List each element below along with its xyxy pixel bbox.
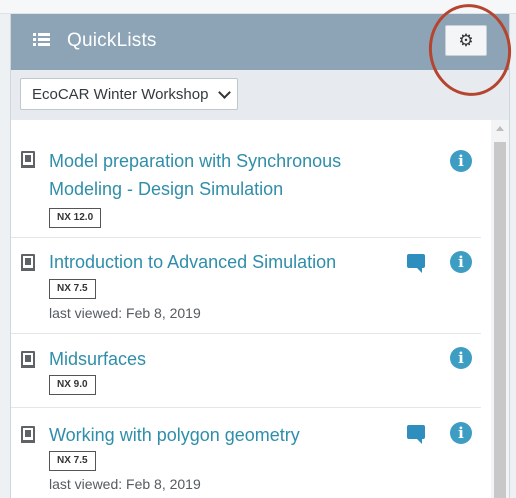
scrollbar-thumb[interactable] bbox=[494, 142, 506, 498]
item-title-link[interactable]: Model preparation with Synchronous Model… bbox=[49, 147, 409, 203]
gear-icon: ⚙ bbox=[458, 31, 474, 50]
comment-icon[interactable] bbox=[407, 254, 425, 273]
version-badge: NX 9.0 bbox=[49, 375, 96, 395]
document-icon bbox=[21, 351, 35, 368]
list-scrollbar[interactable] bbox=[491, 120, 509, 498]
chevron-down-icon bbox=[218, 86, 231, 99]
quicklists-panel: QuickLists ⚙ EcoCAR Winter Workshop Mode… bbox=[10, 0, 516, 498]
document-icon bbox=[21, 151, 35, 168]
list-icon bbox=[33, 33, 51, 47]
info-icon[interactable]: i bbox=[450, 422, 472, 444]
quicklists-window: QuickLists ⚙ EcoCAR Winter Workshop Mode… bbox=[0, 0, 516, 498]
document-icon bbox=[21, 254, 35, 271]
panel-title: QuickLists bbox=[67, 30, 157, 51]
comment-icon[interactable] bbox=[407, 425, 425, 444]
list-item: Model preparation with Synchronous Model… bbox=[11, 120, 481, 238]
version-badge: NX 7.5 bbox=[49, 451, 96, 471]
settings-button[interactable]: ⚙ bbox=[445, 25, 487, 56]
version-badge: NX 12.0 bbox=[49, 208, 102, 228]
last-viewed-text: last viewed: Feb 8, 2019 bbox=[49, 476, 201, 492]
list-item: Midsurfaces NX 9.0 i bbox=[11, 334, 481, 408]
quicklist-items: Model preparation with Synchronous Model… bbox=[11, 120, 491, 498]
info-icon[interactable]: i bbox=[450, 251, 472, 273]
item-title-link[interactable]: Working with polygon geometry bbox=[49, 421, 409, 449]
quicklist-select[interactable]: EcoCAR Winter Workshop bbox=[20, 78, 238, 110]
last-viewed-text: last viewed: Feb 8, 2019 bbox=[49, 305, 201, 321]
top-strip bbox=[0, 0, 516, 14]
scroll-up-icon[interactable] bbox=[496, 126, 504, 131]
document-icon bbox=[21, 426, 35, 443]
info-icon[interactable]: i bbox=[450, 347, 472, 369]
list-item: Introduction to Advanced Simulation NX 7… bbox=[11, 238, 481, 334]
panel-header: QuickLists ⚙ bbox=[11, 0, 516, 102]
list-item: Working with polygon geometry NX 7.5 las… bbox=[11, 408, 481, 498]
item-title-link[interactable]: Introduction to Advanced Simulation bbox=[49, 248, 409, 276]
version-badge: NX 7.5 bbox=[49, 279, 96, 299]
info-icon[interactable]: i bbox=[450, 150, 472, 172]
item-title-link[interactable]: Midsurfaces bbox=[49, 345, 409, 373]
quicklist-select-value: EcoCAR Winter Workshop bbox=[32, 85, 209, 103]
